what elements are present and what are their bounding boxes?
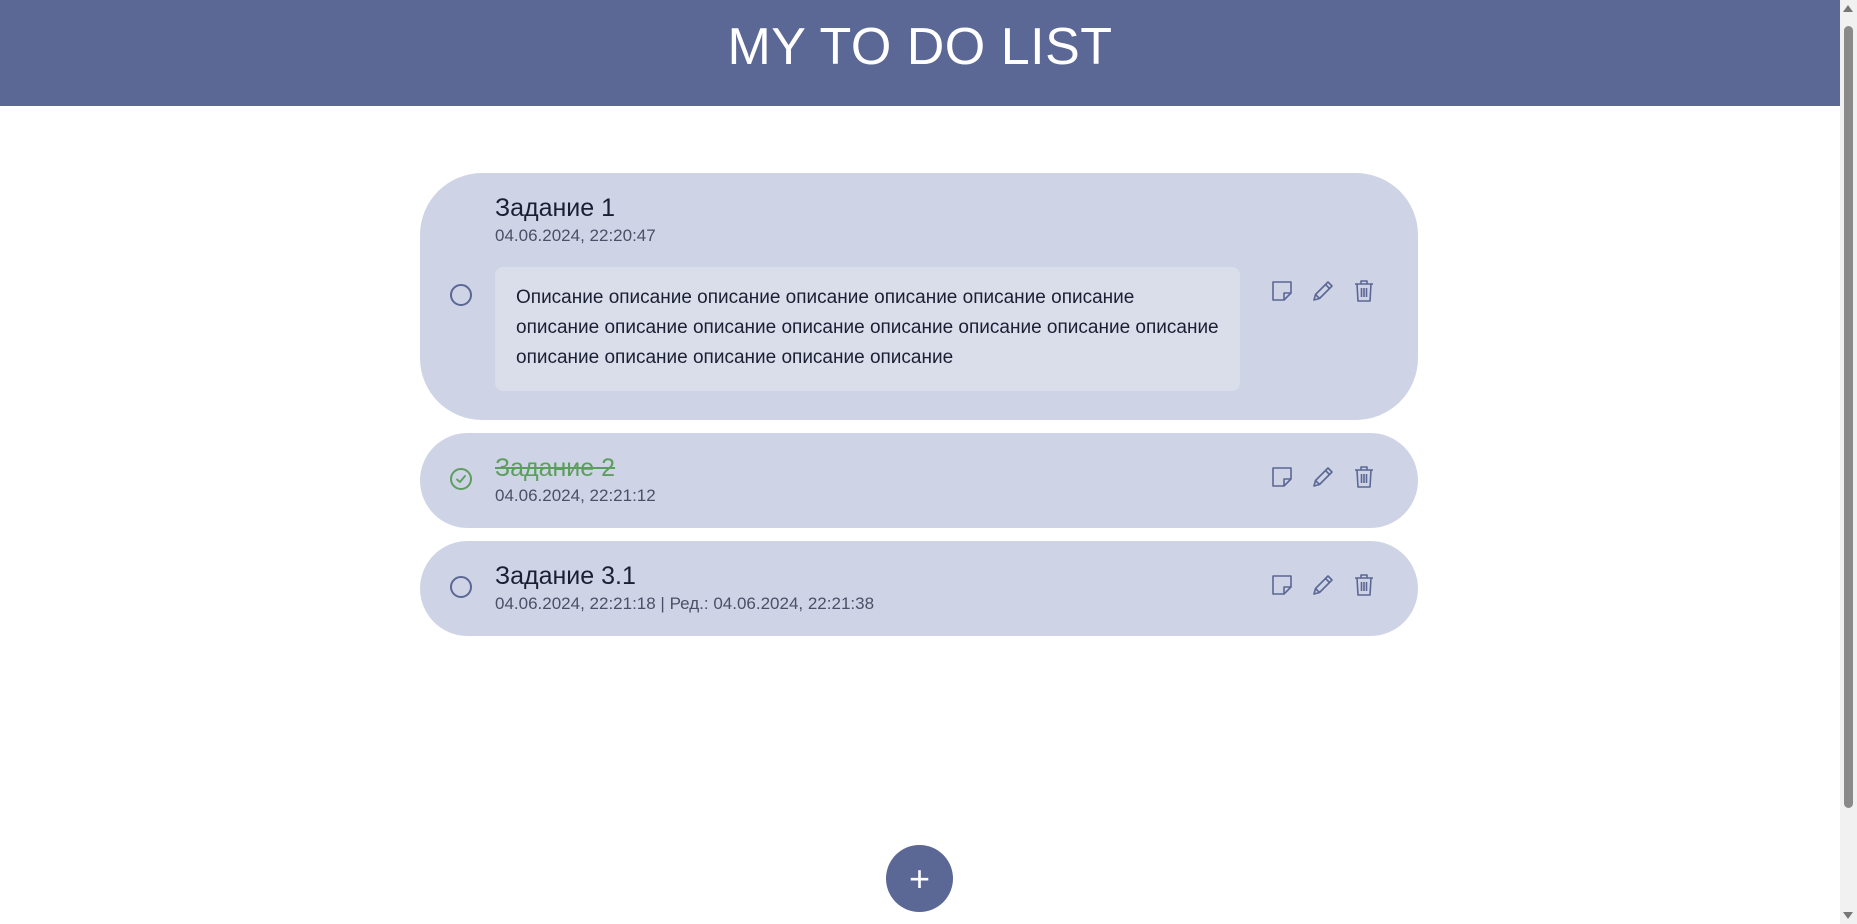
scroll-down-arrow-icon[interactable]	[1843, 912, 1853, 919]
task-checkbox[interactable]	[450, 284, 472, 306]
pencil-icon[interactable]	[1311, 279, 1335, 303]
note-icon[interactable]	[1270, 465, 1294, 489]
task-item: Задание 3.1 04.06.2024, 22:21:18 | Ред.:…	[420, 541, 1418, 636]
task-actions	[1270, 279, 1376, 303]
pencil-icon[interactable]	[1311, 465, 1335, 489]
note-icon[interactable]	[1270, 573, 1294, 597]
note-icon[interactable]	[1270, 279, 1294, 303]
task-date: 04.06.2024, 22:21:12	[495, 486, 656, 505]
page: MY TO DO LIST Задание 1 04.06.2024, 22:2…	[0, 0, 1857, 924]
task-item: Задание 2 04.06.2024, 22:21:12	[420, 433, 1418, 528]
task-checkbox-checked[interactable]	[450, 468, 472, 490]
scroll-up-arrow-icon[interactable]	[1843, 5, 1853, 12]
task-title: Задание 3.1	[495, 562, 636, 590]
task-title: Задание 2	[495, 454, 616, 482]
trash-icon[interactable]	[1352, 573, 1376, 597]
trash-icon[interactable]	[1352, 465, 1376, 489]
header-bar: MY TO DO LIST	[0, 0, 1840, 106]
pencil-icon[interactable]	[1311, 573, 1335, 597]
task-date: 04.06.2024, 22:20:47	[495, 226, 656, 245]
task-checkbox[interactable]	[450, 576, 472, 598]
task-actions	[1270, 465, 1376, 489]
task-list: Задание 1 04.06.2024, 22:20:47 Описание …	[420, 173, 1418, 649]
trash-icon[interactable]	[1352, 279, 1376, 303]
task-title: Задание 1	[495, 194, 616, 222]
task-description: Описание описание описание описание опис…	[495, 267, 1240, 391]
task-date: 04.06.2024, 22:21:18 | Ред.: 04.06.2024,…	[495, 594, 875, 613]
page-title: MY TO DO LIST	[727, 18, 1113, 76]
task-item: Задание 1 04.06.2024, 22:20:47 Описание …	[420, 173, 1418, 420]
vertical-scrollbar[interactable]	[1840, 0, 1857, 924]
task-actions	[1270, 573, 1376, 597]
scrollbar-thumb[interactable]	[1844, 26, 1853, 808]
add-task-button[interactable]: +	[886, 845, 953, 912]
checkmark-icon	[456, 475, 466, 483]
add-button-label: +	[908, 857, 931, 899]
